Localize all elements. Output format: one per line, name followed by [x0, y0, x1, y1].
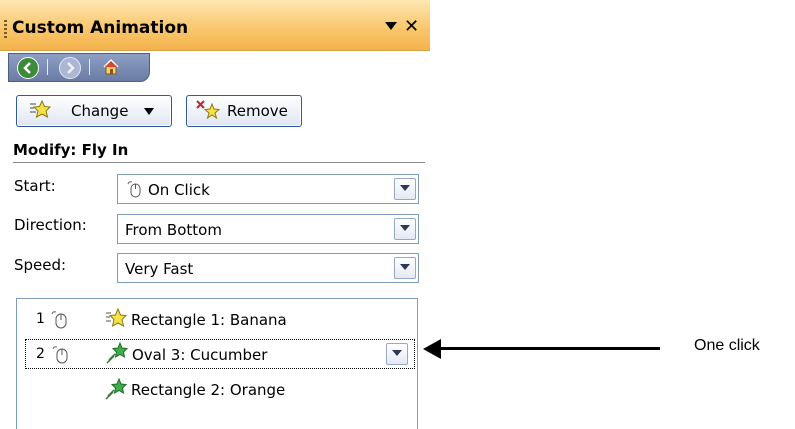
nav-strip	[8, 53, 150, 82]
motion-star-icon	[106, 341, 129, 368]
list-item-name: Oval 3: Cucumber	[132, 346, 268, 364]
pane-title-bar: Custom Animation ✕	[0, 0, 430, 51]
list-item-name: Rectangle 2: Orange	[131, 381, 286, 399]
mouse-click-icon	[49, 309, 69, 333]
remove-effect-icon	[195, 99, 221, 123]
animation-list: 1 Rectangle 1: Banana 2 Oval 3: Cucumber…	[16, 298, 418, 429]
speed-label: Speed:	[14, 256, 67, 274]
list-item-dropdown-button[interactable]	[386, 343, 408, 365]
speed-dropdown-button[interactable]	[394, 257, 416, 279]
section-divider	[13, 162, 425, 163]
nav-separator	[47, 59, 48, 75]
start-label: Start:	[14, 177, 56, 195]
direction-select[interactable]: From Bottom	[117, 214, 419, 244]
back-arrow-icon[interactable]	[17, 57, 39, 79]
speed-value: Very Fast	[125, 260, 194, 278]
direction-value: From Bottom	[125, 221, 222, 239]
remove-button-label: Remove	[227, 102, 288, 120]
list-item-selected[interactable]: 2 Oval 3: Cucumber	[25, 339, 415, 369]
chevron-down-icon	[392, 350, 402, 356]
callout-arrow	[437, 347, 660, 350]
direction-label: Direction:	[14, 216, 87, 234]
list-item-name: Rectangle 1: Banana	[131, 311, 287, 329]
forward-arrow-icon[interactable]	[59, 57, 81, 79]
entrance-star-icon	[27, 99, 52, 122]
list-item[interactable]: Rectangle 2: Orange	[25, 374, 415, 404]
chevron-down-icon	[400, 264, 410, 270]
nav-separator	[89, 59, 90, 75]
dropdown-triangle-icon[interactable]	[385, 22, 397, 30]
list-item-number: 1	[36, 311, 45, 327]
close-icon[interactable]: ✕	[404, 17, 419, 37]
chevron-down-icon	[400, 225, 410, 231]
callout-label: One click	[694, 337, 760, 354]
custom-animation-pane: Custom Animation ✕ Change Remove Modify:…	[0, 0, 430, 429]
mouse-click-icon	[50, 344, 70, 368]
start-value: On Click	[148, 181, 210, 199]
chevron-down-icon	[144, 107, 155, 115]
start-select[interactable]: On Click	[117, 174, 419, 204]
list-item[interactable]: 1 Rectangle 1: Banana	[25, 304, 415, 334]
remove-button[interactable]: Remove	[186, 95, 302, 127]
mouse-click-icon	[126, 180, 142, 202]
motion-star-icon	[105, 377, 128, 404]
home-icon[interactable]	[101, 57, 121, 77]
list-item-number: 2	[36, 346, 45, 362]
change-button-label: Change	[71, 102, 129, 120]
change-button[interactable]: Change	[16, 95, 172, 127]
start-dropdown-button[interactable]	[394, 178, 416, 200]
speed-select[interactable]: Very Fast	[117, 253, 419, 283]
grip-handle[interactable]	[4, 20, 7, 40]
entrance-star-icon	[105, 307, 128, 332]
pane-title: Custom Animation	[12, 18, 189, 38]
direction-dropdown-button[interactable]	[394, 218, 416, 240]
modify-title: Modify: Fly In	[13, 141, 129, 159]
chevron-down-icon	[400, 185, 410, 191]
